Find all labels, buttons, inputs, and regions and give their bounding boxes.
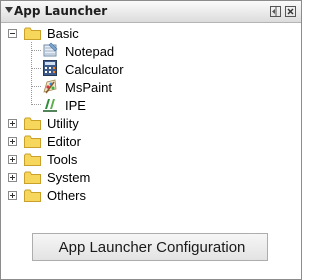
panel-title: App Launcher [14,4,108,18]
panel-titlebar: App Launcher [1,1,301,23]
expand-toggle-icon[interactable] [8,173,17,182]
tree-item-label: Calculator [65,62,124,77]
folder-icon [24,135,41,148]
notepad-icon [43,42,58,57]
tree-item-label: MsPaint [65,80,112,95]
close-icon[interactable] [284,5,297,18]
expand-toggle-icon[interactable] [8,191,17,200]
tree-guide [32,68,41,69]
dock-icon[interactable] [269,5,282,18]
tree-group-label: Basic [47,26,79,41]
tree-group-label: Tools [47,152,78,167]
tree-group-label: Editor [47,134,81,149]
paint-icon [43,79,57,94]
app-launcher-panel: App Launcher Basic Notepad Calculator Ms… [0,0,302,280]
app-tree: Basic Notepad Calculator MsPaint IPE Uti… [1,23,301,213]
tree-guide [31,42,32,105]
tree-item-label: Notepad [65,44,115,59]
tree-guide [32,86,41,87]
tree-item-label: IPE [65,98,86,113]
tree-guide [32,104,41,105]
collapse-arrow-icon[interactable] [5,7,13,13]
expand-toggle-icon[interactable] [8,155,17,164]
tree-group-label: System [47,170,91,185]
tree-group-label: Others [47,188,87,203]
collapse-toggle-icon[interactable] [8,29,17,38]
expand-toggle-icon[interactable] [8,119,17,128]
folder-icon [24,189,41,202]
folder-open-icon [24,27,41,40]
tree-guide [32,50,41,51]
folder-icon [24,171,41,184]
tree-group-label: Utility [47,116,79,131]
app-launcher-config-button[interactable]: App Launcher Configuration [32,233,268,261]
folder-icon [24,117,41,130]
expand-toggle-icon[interactable] [8,137,17,146]
ipe-icon [43,99,57,112]
folder-icon [24,153,41,166]
calculator-icon [43,60,57,76]
